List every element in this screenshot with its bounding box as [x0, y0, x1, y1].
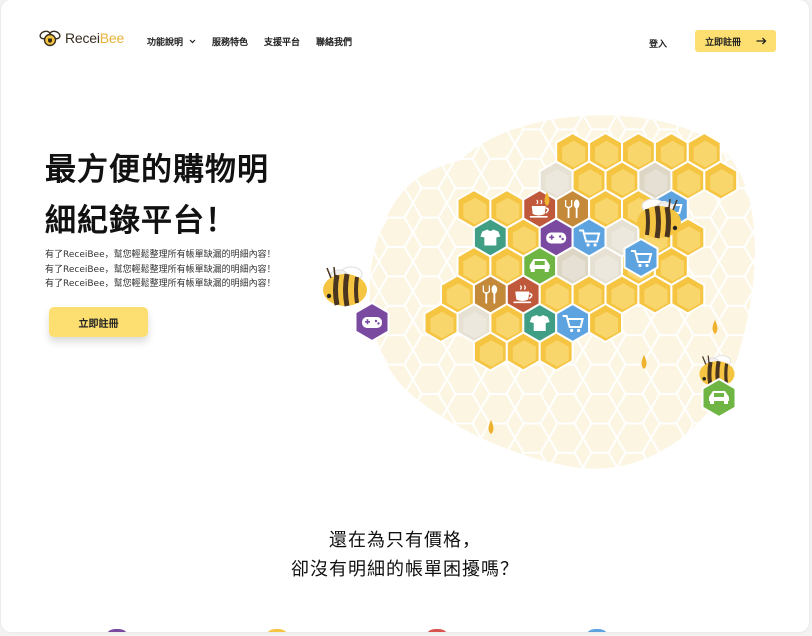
floating-car-hex: [701, 377, 737, 419]
nav-item-features[interactable]: 功能說明: [147, 35, 196, 48]
login-link[interactable]: 登入: [649, 37, 667, 50]
honey-cell: [637, 274, 673, 315]
signup-button-hero[interactable]: 立即註冊: [49, 307, 148, 337]
feature-icon-red: [425, 629, 449, 632]
section2-heading-line1: 還在為只有價格，: [329, 530, 481, 551]
honey-cell: [505, 331, 541, 372]
feature-icon-yellow: [265, 629, 289, 632]
hero-description: 有了ReceiBee，幫您輕鬆整理所有帳單缺漏的明細內容！ 有了ReceiBee…: [45, 250, 276, 289]
nav-item-services[interactable]: 服務特色: [212, 35, 248, 48]
honey-cell: [423, 302, 459, 344]
feature-icon-blue: [585, 629, 609, 632]
bee-top-right: [637, 198, 681, 239]
hero-title: 最方便的購物明 細紀錄平台！: [45, 152, 269, 239]
main-nav: 功能說明 服務特色 支援平台 聯絡我們: [147, 35, 368, 48]
signup-button-label: 立即註冊: [705, 37, 742, 48]
honeycomb-illustration: [323, 115, 755, 469]
honey-cell: [538, 331, 574, 372]
honey-cell: [703, 160, 739, 201]
nav-item-contact[interactable]: 聯絡我們: [316, 35, 352, 48]
honey-cell: [588, 302, 623, 344]
bee-logo-icon: [39, 30, 61, 47]
signup-button-header[interactable]: 立即註冊: [695, 30, 776, 52]
bee-left: [323, 266, 367, 307]
floating-game-hex: [354, 301, 390, 343]
brand-name: ReceiBee: [65, 30, 125, 46]
honey-cell: [472, 331, 508, 372]
section2-heading-line2: 卻沒有明細的帳單困擾嗎？: [291, 559, 519, 580]
brand-logo[interactable]: ReceiBee: [38, 29, 124, 47]
honey-cell: [670, 274, 706, 315]
feature-icon-purple: [105, 629, 129, 632]
nav-item-platforms[interactable]: 支援平台: [264, 35, 300, 48]
chevron-down-icon: [189, 39, 196, 44]
landing-page: ReceiBee 功能說明 服務特色 支援平台 聯絡我們 登入 立即註冊 最方便…: [1, 0, 809, 632]
arrow-right-icon: [756, 37, 767, 45]
floating-cart-hex: [623, 237, 659, 279]
